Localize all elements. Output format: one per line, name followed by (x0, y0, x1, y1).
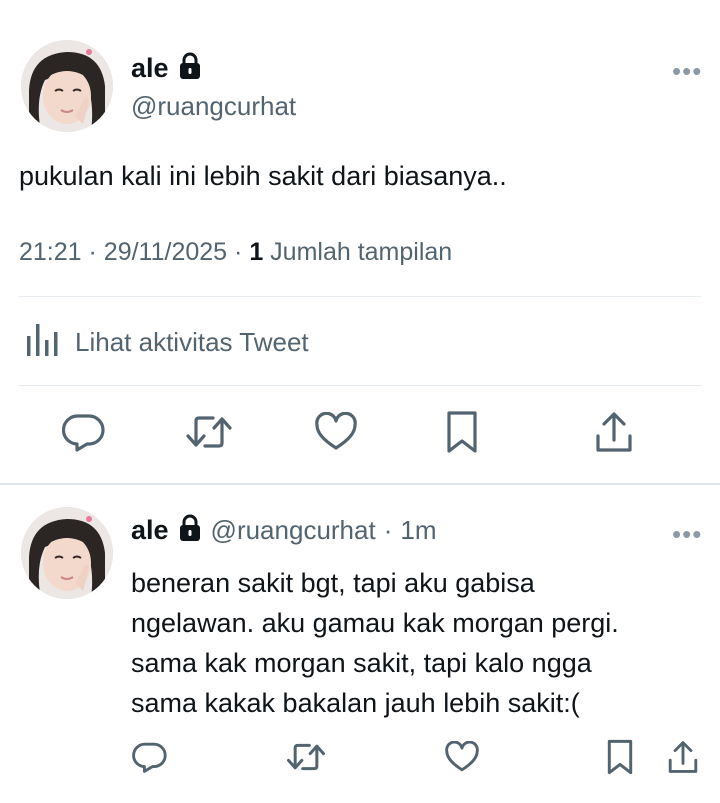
author-line: ale (131, 52, 203, 85)
author-name[interactable]: ale (131, 515, 169, 546)
lock-icon (177, 514, 203, 547)
share-icon (667, 739, 699, 780)
view-activity-link[interactable]: Lihat aktivitas Tweet (25, 322, 309, 363)
meta-separator: · (234, 238, 243, 266)
views-label: Jumlah tampilan (270, 238, 453, 266)
like-button[interactable] (310, 410, 362, 458)
reply-button[interactable] (130, 740, 170, 778)
retweet-icon (286, 740, 326, 779)
heart-icon (314, 411, 358, 457)
reply-text-line: ngelawan. aku gamau kak morgan pergi. (131, 608, 619, 638)
reply-text-line: sama kak morgan sakit, tapi kalo ngga (131, 648, 592, 678)
views-count: 1 (249, 238, 264, 266)
divider (19, 296, 701, 297)
bookmark-button[interactable] (602, 738, 638, 780)
share-button[interactable] (590, 408, 638, 460)
meta-separator: · (88, 238, 97, 266)
bookmark-icon (606, 738, 634, 781)
reply-icon (61, 412, 106, 457)
author-handle[interactable]: @ruangcurhat (211, 515, 376, 546)
more-options-button[interactable]: ••• (672, 56, 702, 87)
tweet-separator (0, 483, 720, 485)
reply-text-line: sama kakak bakalan jauh lebih sakit:( (131, 688, 580, 718)
author-name[interactable]: ale (131, 53, 169, 84)
tweet-age[interactable]: 1m (400, 515, 436, 546)
avatar[interactable] (21, 507, 113, 599)
view-activity-label: Lihat aktivitas Tweet (75, 327, 309, 357)
bookmark-button[interactable] (438, 408, 486, 460)
share-button[interactable] (664, 738, 702, 780)
share-icon (594, 410, 634, 459)
reply-text: beneran sakit bgt, tapi aku gabisa ngela… (131, 563, 619, 723)
bookmark-icon (445, 409, 479, 460)
heart-icon (444, 740, 480, 778)
analytics-icon (25, 322, 61, 363)
tweet-time[interactable]: 21:21 (19, 238, 82, 266)
reply-button[interactable] (58, 410, 110, 458)
tweet-meta: 21:21 · 29/11/2025 · 1 Jumlah tampilan (19, 238, 452, 267)
avatar[interactable] (21, 40, 113, 132)
retweet-button[interactable] (284, 740, 328, 778)
retweet-icon (185, 412, 233, 457)
author-handle[interactable]: @ruangcurhat (131, 91, 296, 122)
reply-text-line: beneran sakit bgt, tapi aku gabisa (131, 568, 535, 598)
divider (19, 385, 701, 386)
reply-icon (132, 741, 168, 778)
like-button[interactable] (442, 740, 482, 778)
retweet-button[interactable] (181, 410, 237, 458)
meta-separator: · (383, 515, 393, 545)
tweet-date[interactable]: 29/11/2025 (104, 238, 227, 266)
tweet-text: pukulan kali ini lebih sakit dari biasan… (19, 161, 507, 191)
reply-author-line: ale @ruangcurhat · 1m (131, 514, 437, 547)
lock-icon (177, 52, 203, 85)
more-options-button[interactable]: ••• (672, 519, 702, 550)
